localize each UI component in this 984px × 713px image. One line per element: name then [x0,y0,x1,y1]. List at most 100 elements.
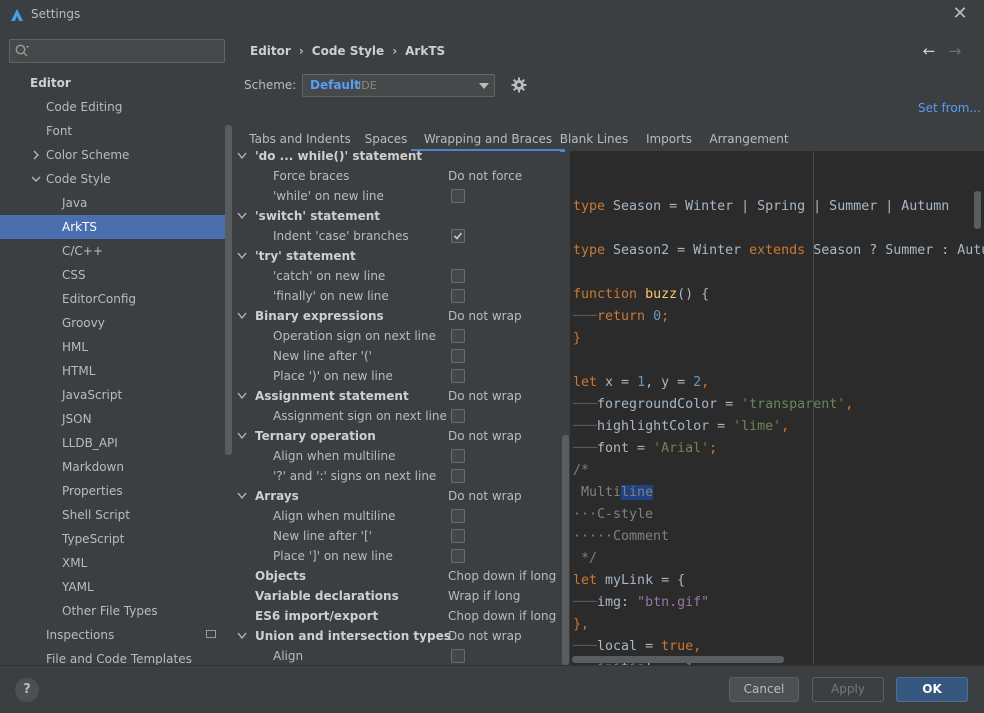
option-value[interactable]: Chop down if long [448,566,556,586]
options-scrollbar[interactable] [562,435,569,665]
chevron-down-icon [479,83,489,89]
sidebar-item-label: TypeScript [62,532,125,546]
back-arrow-icon[interactable]: ← [920,42,938,60]
option-checkbox[interactable] [451,549,465,563]
tab-tabs-and-indents[interactable]: Tabs and Indents [246,128,354,152]
sidebar-item-xml[interactable]: XML [0,551,224,575]
code-line: }, [573,617,590,632]
option-value[interactable]: Do not wrap [448,486,522,506]
tab-blank-lines[interactable]: Blank Lines [559,128,629,152]
chevron-down-icon[interactable] [237,212,247,220]
chevron-down-icon[interactable] [237,312,247,320]
option-value[interactable]: Do not force [448,166,522,186]
sidebar-item-json[interactable]: JSON [0,407,224,431]
option-label: Ternary operation [255,429,376,443]
option-checkbox[interactable] [451,369,465,383]
option-checkbox[interactable] [451,269,465,283]
option-label: 'try' statement [255,249,356,263]
scheme-dropdown[interactable]: Default IDE [302,74,495,97]
option-checkbox[interactable] [451,449,465,463]
sidebar-item-color-scheme[interactable]: Color Scheme [0,143,224,167]
sidebar-item-lldb-api[interactable]: LLDB_API [0,431,224,455]
sidebar-item-editorconfig[interactable]: EditorConfig [0,287,224,311]
sidebar-item-editor[interactable]: Editor [0,71,224,95]
tab-imports[interactable]: Imports [643,128,695,152]
app-logo-icon [11,9,23,21]
code-line: } [573,331,582,346]
search-input[interactable] [9,39,225,63]
sidebar-item-typescript[interactable]: TypeScript [0,527,224,551]
option-value[interactable]: Do not wrap [448,626,522,646]
chevron-down-icon[interactable] [31,174,41,184]
option-group: Objects Chop down if long [234,566,560,586]
chevron-right-icon[interactable] [31,150,41,160]
sidebar-item-html[interactable]: HTML [0,359,224,383]
option-checkbox[interactable] [451,329,465,343]
preview-vertical-scrollbar[interactable] [974,191,981,229]
sidebar-scrollbar[interactable] [225,125,232,455]
sidebar-item-markdown[interactable]: Markdown [0,455,224,479]
option-value[interactable]: Do not wrap [448,386,522,406]
chevron-down-icon[interactable] [237,492,247,500]
ok-button[interactable]: OK [896,677,968,702]
sidebar-item-inspections[interactable]: Inspections [0,623,224,647]
chevron-down-icon[interactable] [237,392,247,400]
tab-arrangement[interactable]: Arrangement [708,128,790,152]
cancel-button[interactable]: Cancel [729,677,799,702]
option-checkbox[interactable] [451,409,465,423]
option-label: Objects [255,569,307,583]
sidebar-item-yaml[interactable]: YAML [0,575,224,599]
option-checkbox[interactable] [451,189,465,203]
option-value[interactable]: Wrap if long [448,586,520,606]
option-checkbox[interactable] [451,469,465,483]
option-checkbox[interactable] [451,509,465,523]
option-label: Variable declarations [255,589,399,603]
sidebar-item-font[interactable]: Font [0,119,224,143]
option-value[interactable]: Do not wrap [448,306,522,326]
option-label: 'do ... while()' statement [255,151,423,163]
option-value[interactable]: Chop down if long [448,606,556,626]
chevron-down-icon[interactable] [237,152,247,160]
option-checkbox[interactable] [451,289,465,303]
forward-arrow-icon[interactable]: → [946,42,964,60]
set-from-link[interactable]: Set from... [918,101,981,115]
tab-wrapping-and-braces[interactable]: Wrapping and Braces [411,128,565,152]
option-checkbox[interactable] [451,349,465,363]
option-label: Align [273,649,304,663]
sidebar-item-c-c-[interactable]: C/C++ [0,239,224,263]
option-value[interactable]: Do not wrap [448,426,522,446]
code-line: let x = 1, y = 2, [573,375,710,390]
sidebar-item-javascript[interactable]: JavaScript [0,383,224,407]
sidebar-item-java[interactable]: Java [0,191,224,215]
close-icon[interactable]: ✕ [950,4,970,24]
code-line: ───return 0; [573,309,670,324]
sidebar-item-code-style[interactable]: Code Style [0,167,224,191]
tab-spaces[interactable]: Spaces [360,128,412,152]
option-checkbox[interactable] [451,229,465,243]
chevron-down-icon[interactable] [237,252,247,260]
sidebar-item-other-file-types[interactable]: Other File Types [0,599,224,623]
sidebar-item-code-editing[interactable]: Code Editing [0,95,224,119]
sidebar-item-properties[interactable]: Properties [0,479,224,503]
sidebar-item-hml[interactable]: HML [0,335,224,359]
sidebar-item-groovy[interactable]: Groovy [0,311,224,335]
help-icon[interactable]: ? [15,678,39,702]
option-checkbox[interactable] [451,529,465,543]
gear-icon[interactable] [511,77,527,93]
chevron-down-icon[interactable] [237,432,247,440]
option-row: 'catch' on new line [234,266,560,286]
option-label: 'finally' on new line [273,289,389,303]
preview-horizontal-scrollbar[interactable] [572,656,784,663]
sidebar-item-css[interactable]: CSS [0,263,224,287]
sidebar-item-arkts[interactable]: ArkTS [0,215,232,239]
breadcrumb-editor[interactable]: Editor [250,44,291,58]
chevron-down-icon[interactable] [237,632,247,640]
option-group: Binary expressions Do not wrap [234,306,560,326]
breadcrumb-code-style[interactable]: Code Style [312,44,384,58]
option-checkbox[interactable] [451,649,465,663]
apply-button[interactable]: Apply [812,677,884,702]
sidebar-item-shell-script[interactable]: Shell Script [0,503,224,527]
option-label: Align when multiline [273,449,396,463]
sidebar-item-label: Code Editing [46,100,123,114]
